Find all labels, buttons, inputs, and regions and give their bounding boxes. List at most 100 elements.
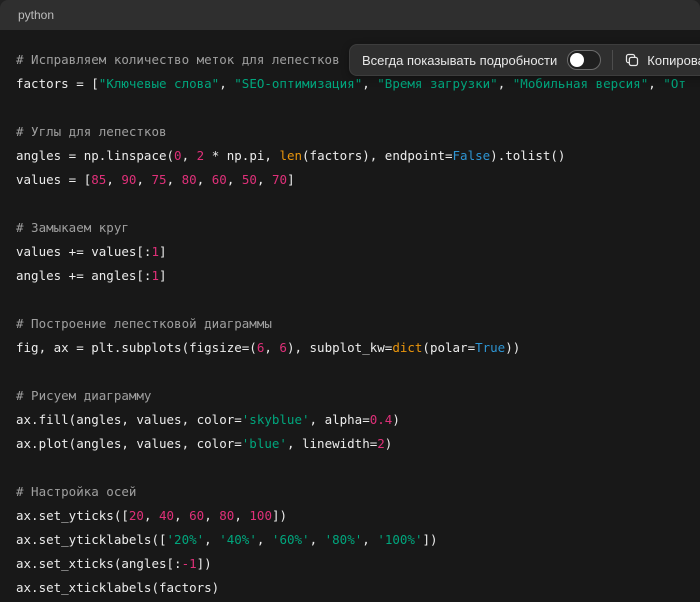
code-token: ).tolist() <box>490 148 565 163</box>
code-token: , <box>174 508 189 523</box>
code-token: angles = np.linspace( <box>16 148 174 163</box>
code-token: , <box>362 76 377 91</box>
code-content: # Исправляем количество меток для лепест… <box>0 30 700 602</box>
code-token: , alpha= <box>310 412 370 427</box>
code-token: 40 <box>159 508 174 523</box>
code-token: ), subplot_kw= <box>287 340 392 355</box>
code-token: dict <box>392 340 422 355</box>
code-line: angles += angles[:1] <box>16 264 684 288</box>
code-token: , <box>264 340 279 355</box>
code-token: , <box>204 508 219 523</box>
code-token: len <box>279 148 302 163</box>
toolbar-divider <box>612 50 613 70</box>
copy-icon <box>624 52 640 68</box>
code-token: 70 <box>272 172 287 187</box>
code-toolbar-overlay: Всегда показывать подробности Копировать… <box>349 44 700 76</box>
code-block: python # Исправляем количество меток для… <box>0 0 700 602</box>
code-token: -1 <box>182 556 197 571</box>
code-token: False <box>453 148 491 163</box>
code-token: , <box>204 532 219 547</box>
code-token: # Построение лепестковой диаграммы <box>16 316 272 331</box>
code-token: # Исправляем количество меток для лепест… <box>16 52 340 67</box>
code-token: , <box>182 148 197 163</box>
code-line: values += values[:1] <box>16 240 684 264</box>
code-token: ]) <box>272 508 287 523</box>
code-line: # Углы для лепестков <box>16 120 684 144</box>
code-block-header: python <box>0 0 700 30</box>
code-token: ]) <box>197 556 212 571</box>
code-token: values = [ <box>16 172 91 187</box>
copy-code-button[interactable]: Копировать код <box>624 52 700 68</box>
code-token: )) <box>505 340 520 355</box>
code-token: , <box>310 532 325 547</box>
code-line: # Построение лепестковой диаграммы <box>16 312 684 336</box>
code-token: 6 <box>279 340 287 355</box>
code-token: True <box>475 340 505 355</box>
copy-code-label: Копировать код <box>647 53 700 68</box>
code-token: angles += angles[: <box>16 268 151 283</box>
code-token: ) <box>392 412 400 427</box>
code-token: "От <box>663 76 686 91</box>
screen: python # Исправляем количество меток для… <box>0 0 700 602</box>
code-line: # Замыкаем круг <box>16 216 684 240</box>
code-token: 60 <box>189 508 204 523</box>
code-token: ax.plot(angles, values, color= <box>16 436 242 451</box>
code-token: (polar= <box>422 340 475 355</box>
code-token: ]) <box>422 532 437 547</box>
code-token: "Время загрузки" <box>377 76 497 91</box>
code-token: ax.set_yticks([ <box>16 508 129 523</box>
code-token: 50 <box>242 172 257 187</box>
code-token: 80 <box>219 508 234 523</box>
code-token: ax.set_xticks(angles[: <box>16 556 182 571</box>
code-line <box>16 456 684 480</box>
code-line: ax.set_xticklabels(factors) <box>16 576 684 600</box>
code-token: # Настройка осей <box>16 484 136 499</box>
code-token: 100 <box>249 508 272 523</box>
code-token: # Замыкаем круг <box>16 220 129 235</box>
code-token: 1 <box>151 268 159 283</box>
code-token: 0 <box>174 148 182 163</box>
code-token: (factors), endpoint= <box>302 148 453 163</box>
code-token: , <box>234 508 249 523</box>
code-token: ax.fill(angles, values, color= <box>16 412 242 427</box>
code-token: ] <box>159 268 167 283</box>
code-token: ) <box>385 436 393 451</box>
code-token: , <box>257 172 272 187</box>
code-line: values = [85, 90, 75, 80, 60, 50, 70] <box>16 168 684 192</box>
code-token: "Ключевые слова" <box>99 76 219 91</box>
code-token: '40%' <box>219 532 257 547</box>
code-line <box>16 192 684 216</box>
code-token: 60 <box>212 172 227 187</box>
code-line: angles = np.linspace(0, 2 * np.pi, len(f… <box>16 144 684 168</box>
code-token: , <box>257 532 272 547</box>
code-token: # Углы для лепестков <box>16 124 167 139</box>
code-token: , <box>498 76 513 91</box>
code-line <box>16 96 684 120</box>
code-token: , <box>136 172 151 187</box>
code-token: 85 <box>91 172 106 187</box>
code-line: # Настройка осей <box>16 480 684 504</box>
code-line: fig, ax = plt.subplots(figsize=(6, 6), s… <box>16 336 684 360</box>
code-token: ] <box>287 172 295 187</box>
code-line: ax.set_yticklabels(['20%', '40%', '60%',… <box>16 528 684 552</box>
code-line: ax.plot(angles, values, color='blue', li… <box>16 432 684 456</box>
code-token: 80 <box>182 172 197 187</box>
code-line: # Рисуем диаграмму <box>16 384 684 408</box>
code-token: , <box>167 172 182 187</box>
code-token: ] <box>159 244 167 259</box>
always-show-details-label: Всегда показывать подробности <box>362 53 557 68</box>
code-token: , <box>227 172 242 187</box>
code-token: , <box>219 76 234 91</box>
code-line <box>16 360 684 384</box>
code-token: * np.pi, <box>204 148 279 163</box>
code-token: 1 <box>151 244 159 259</box>
code-token: 'blue' <box>242 436 287 451</box>
toggle-knob <box>570 53 584 67</box>
code-token: "SEO-оптимизация" <box>234 76 362 91</box>
always-show-details-toggle[interactable] <box>567 50 601 70</box>
code-token: "Мобильная версия" <box>513 76 648 91</box>
code-token: 0.4 <box>370 412 393 427</box>
code-token: ax.set_yticklabels([ <box>16 532 167 547</box>
code-token: '80%' <box>325 532 363 547</box>
code-token: # Рисуем диаграмму <box>16 388 151 403</box>
